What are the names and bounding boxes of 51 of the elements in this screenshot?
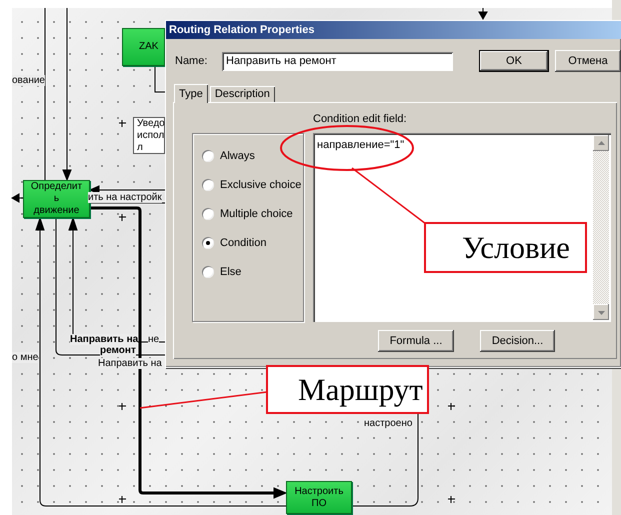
name-field[interactable]: Направить на ремонт	[222, 52, 453, 70]
crosshair-icon	[118, 496, 126, 504]
connector-arrow	[11, 193, 24, 203]
formula-button[interactable]: Formula ...	[378, 330, 454, 352]
radio-option[interactable]: Multiple choice	[202, 205, 303, 223]
cancel-button[interactable]: Отмена	[555, 50, 621, 72]
radio-label: Exclusive choice	[220, 179, 302, 191]
radio-label: Always	[220, 150, 255, 162]
note-box[interactable]: Уведо испол л	[133, 117, 165, 154]
radio-icon[interactable]	[202, 237, 214, 249]
callout-label: Условие	[424, 222, 587, 273]
name-label: Name:	[175, 55, 208, 67]
activity-node[interactable]: ZAK	[122, 28, 165, 66]
radio-option[interactable]: Exclusive choice	[202, 176, 303, 194]
radio-icon[interactable]	[202, 179, 214, 191]
activity-node[interactable]: Настроить ПО	[286, 481, 352, 514]
edge-label: Направить на	[98, 358, 162, 369]
radio-icon[interactable]	[202, 266, 214, 278]
connector-line	[154, 66, 166, 92]
crosshair-icon	[118, 402, 126, 410]
radio-label: Condition	[220, 237, 266, 249]
crosshair-icon	[118, 120, 126, 128]
crosshair-icon	[118, 214, 126, 222]
radio-icon[interactable]	[202, 150, 214, 162]
activity-node[interactable]: Определит ь движение	[23, 180, 90, 218]
window-title: Routing Relation Properties	[166, 21, 621, 39]
edge-label: ремонт	[100, 345, 136, 356]
decision-button[interactable]: Decision...	[480, 330, 555, 352]
edge-label: Направить на	[70, 334, 138, 345]
crosshair-icon	[448, 496, 456, 504]
tab[interactable]: Type	[174, 84, 208, 103]
edge-label: ование	[12, 75, 45, 86]
condition-text: направление="1"	[317, 139, 404, 151]
edge-label: настроено	[364, 418, 412, 429]
callout-label: Маршрут	[266, 365, 429, 414]
radio-option[interactable]: Else	[202, 263, 303, 281]
radio-label: Multiple choice	[220, 208, 293, 220]
crosshair-icon	[448, 402, 456, 410]
radio-icon[interactable]	[202, 208, 214, 220]
scroll-up-icon[interactable]	[593, 135, 609, 151]
radio-option[interactable]: Always	[202, 147, 303, 165]
radio-label: Else	[220, 266, 242, 278]
radio-option[interactable]: Condition	[202, 234, 303, 252]
scroll-down-icon[interactable]	[593, 304, 609, 320]
edge-label: не	[148, 334, 160, 345]
edge-label: ить на настройк	[88, 192, 162, 203]
ok-button[interactable]: OK	[479, 50, 549, 72]
tab[interactable]: Description	[210, 86, 275, 102]
condition-label: Condition edit field:	[313, 113, 407, 125]
edge-label: о мне	[12, 352, 38, 363]
connector-arrow	[478, 8, 488, 20]
